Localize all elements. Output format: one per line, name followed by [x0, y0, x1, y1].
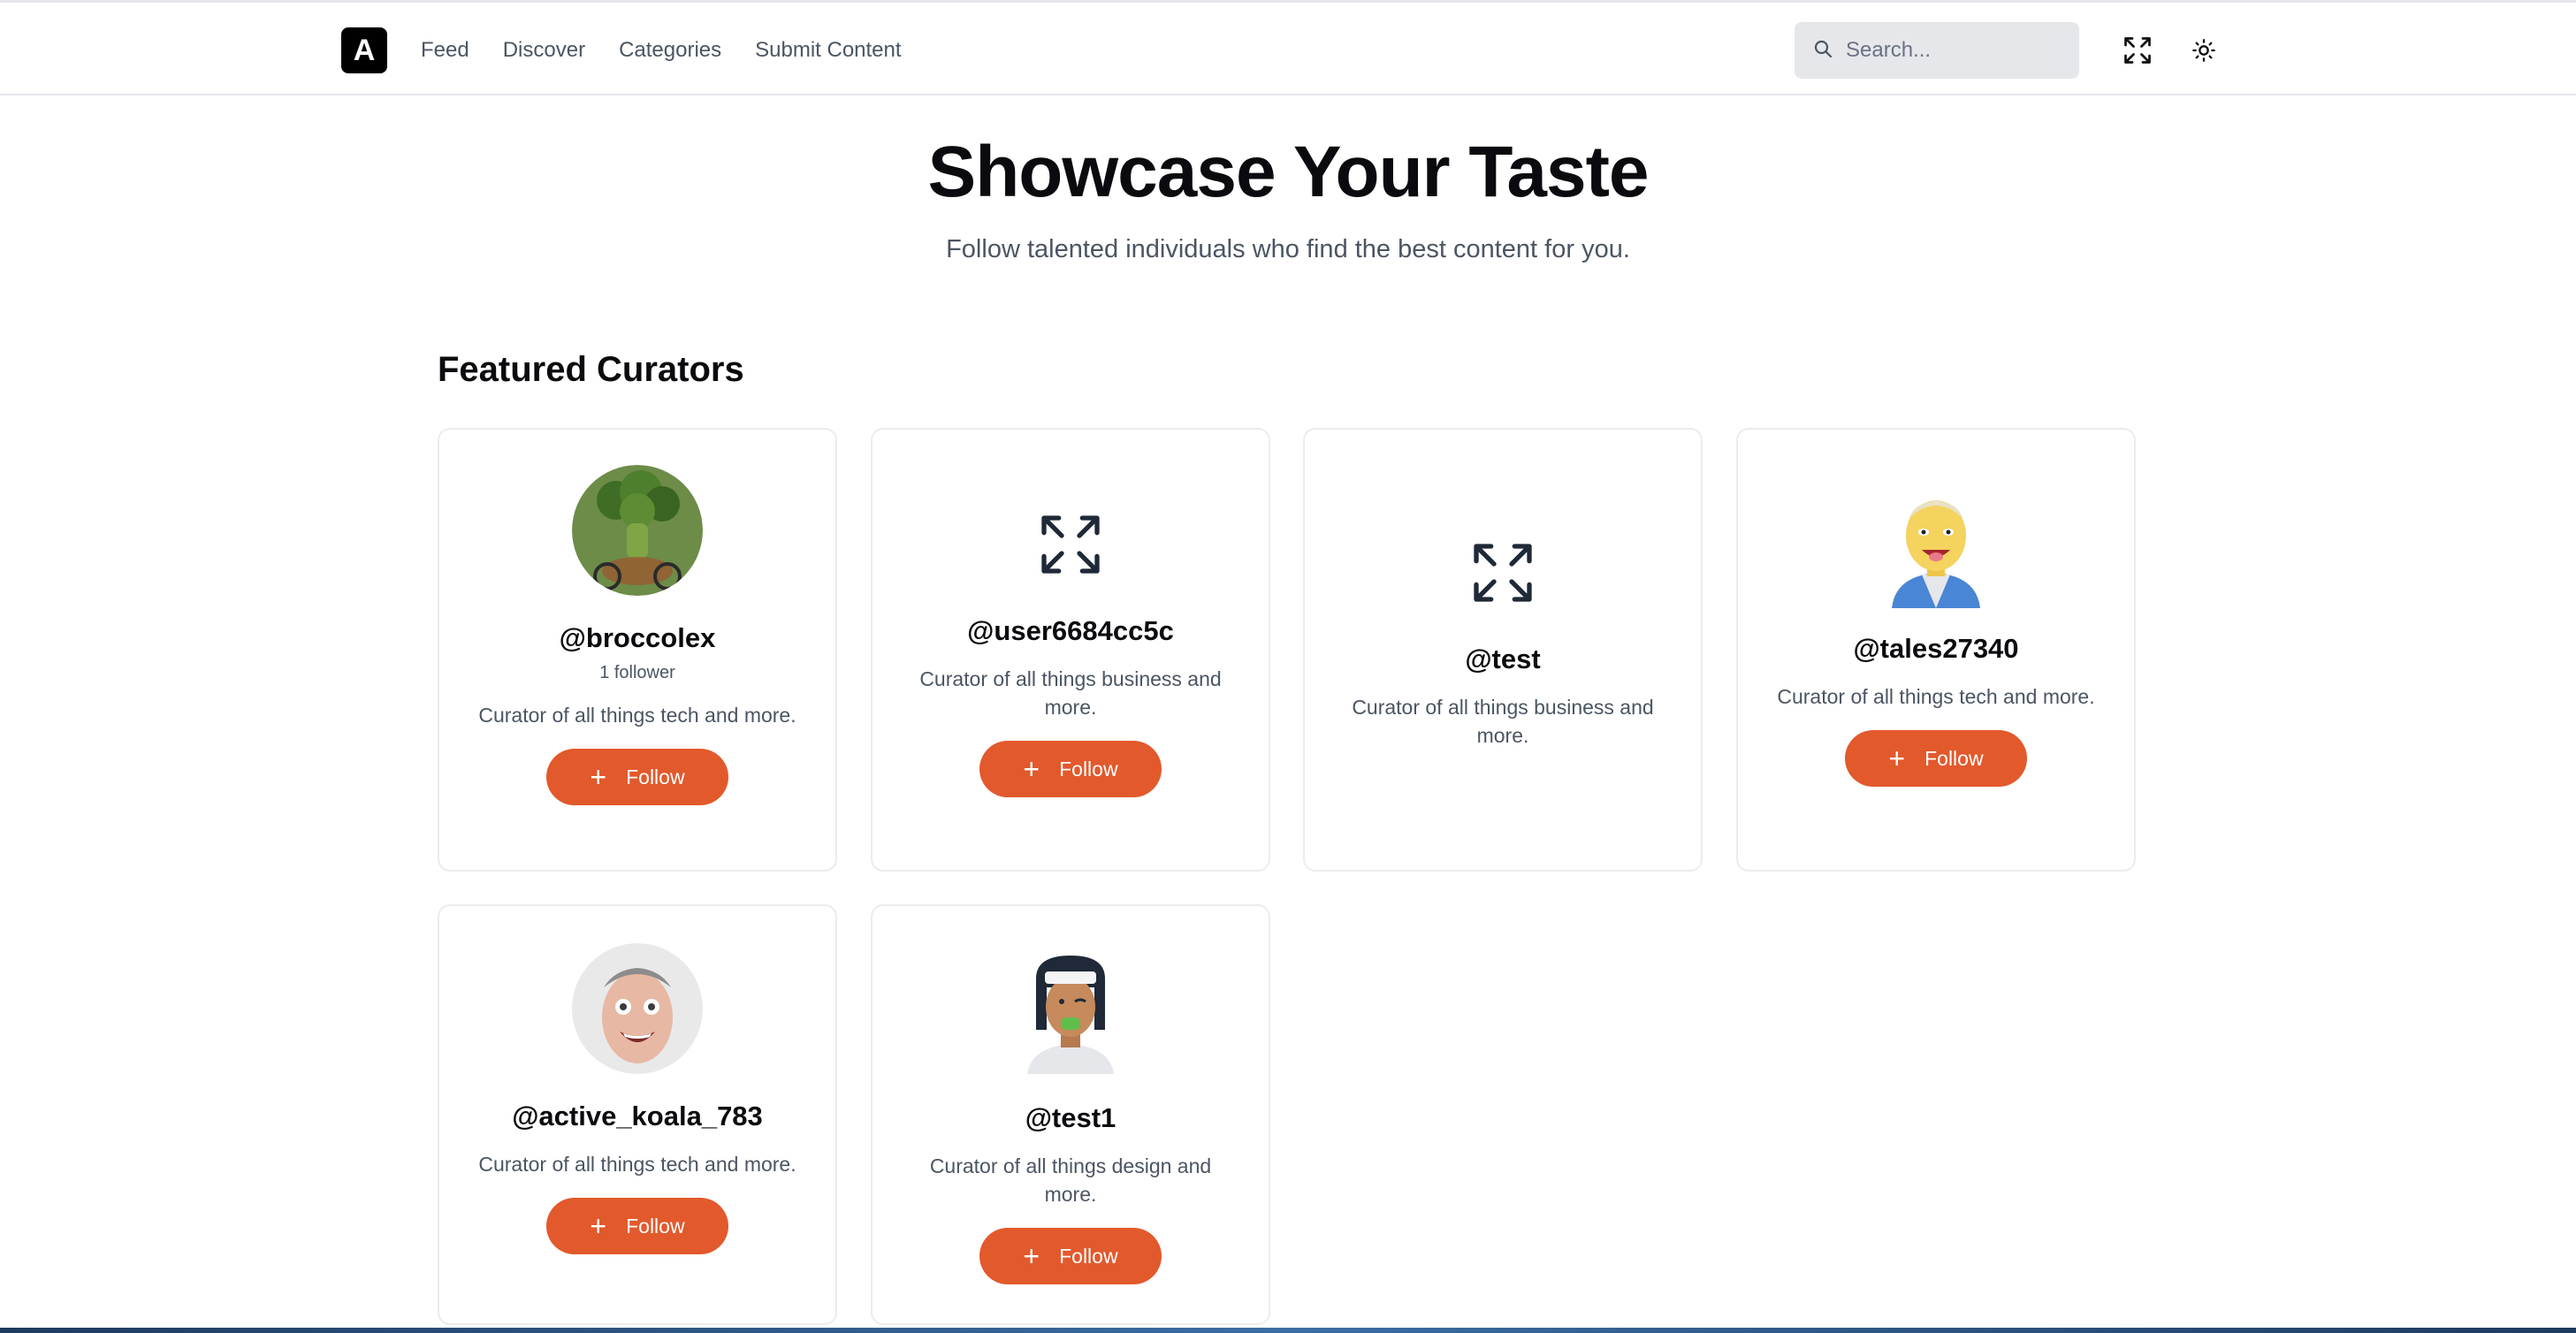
follow-label: Follow	[626, 1214, 685, 1238]
plus-icon: +	[1888, 743, 1906, 774]
nav-feed[interactable]: Feed	[421, 36, 469, 65]
search-icon	[1812, 38, 1833, 64]
follow-button[interactable]: + Follow	[979, 741, 1162, 797]
desktop-background-strip	[0, 1328, 2576, 1333]
search-box[interactable]	[1795, 22, 2079, 79]
plus-icon: +	[1023, 753, 1040, 785]
main-nav: Feed Discover Categories Submit Content	[421, 36, 902, 65]
nav-categories[interactable]: Categories	[619, 36, 721, 65]
follower-count: 1 follower	[599, 663, 675, 682]
sun-icon[interactable]	[2183, 29, 2225, 72]
curator-card: @test Curator of all things business and…	[1303, 428, 1703, 872]
curator-username[interactable]: @tales27340	[1853, 633, 2018, 665]
curator-bio: Curator of all things tech and more.	[1777, 685, 2095, 708]
nav-discover[interactable]: Discover	[503, 36, 585, 65]
curator-username[interactable]: @user6684cc5c	[967, 615, 1174, 647]
plus-icon: +	[590, 761, 607, 793]
follow-label: Follow	[1924, 746, 1984, 770]
curator-username[interactable]: @test	[1465, 644, 1540, 675]
broccoli-avatar[interactable]	[572, 465, 703, 596]
follow-button[interactable]: + Follow	[546, 1198, 728, 1254]
nav-submit-content[interactable]: Submit Content	[755, 36, 901, 65]
curator-username[interactable]: @active_koala_783	[512, 1101, 763, 1132]
curator-bio: Curator of all things business and more.	[1352, 696, 1654, 747]
expand-icon[interactable]	[1467, 537, 1538, 608]
logo[interactable]: A	[341, 27, 387, 73]
curator-bio: Curator of all things tech and more.	[478, 1153, 796, 1176]
follow-button[interactable]: + Follow	[546, 749, 728, 805]
page: A Feed Discover Categories Submit Conten…	[0, 0, 2576, 1333]
curator-bio: Curator of all things business and more.	[919, 667, 1222, 719]
follow-label: Follow	[626, 765, 685, 788]
curator-bio: Curator of all things tech and more.	[478, 704, 796, 727]
top-nav-bar: A Feed Discover Categories Submit Conten…	[0, 0, 2576, 95]
curator-card: @user6684cc5c Curator of all things busi…	[871, 428, 1270, 872]
page-subtitle: Follow talented individuals who find the…	[946, 235, 1630, 263]
curator-username[interactable]: @broccolex	[560, 622, 716, 654]
plus-icon: +	[1023, 1240, 1040, 1272]
follow-label: Follow	[1059, 1244, 1118, 1268]
cartoon-person-avatar[interactable]	[1022, 952, 1119, 1074]
follow-button[interactable]: + Follow	[979, 1228, 1162, 1284]
curator-card: @active_koala_783 Curator of all things …	[438, 904, 837, 1325]
curator-card: @broccolex 1 follower Curator of all thi…	[438, 428, 837, 872]
curator-card: @tales27340 Curator of all things tech a…	[1736, 428, 2136, 872]
page-title: Showcase Your Taste	[927, 132, 1650, 212]
surprised-man-avatar[interactable]	[572, 943, 703, 1074]
search-input[interactable]	[1846, 38, 2058, 63]
plus-icon: +	[590, 1210, 607, 1242]
expand-icon[interactable]	[1035, 509, 1106, 580]
curator-card: @test1 Curator of all things design and …	[871, 904, 1270, 1325]
curator-username[interactable]: @test1	[1025, 1102, 1117, 1134]
curator-bio: Curator of all things design and more.	[929, 1154, 1212, 1206]
follow-button[interactable]: + Follow	[1845, 730, 2027, 787]
expand-icon[interactable]	[2116, 29, 2159, 72]
cartoon-man-avatar[interactable]	[1883, 488, 1989, 608]
section-title: Featured Curators	[438, 350, 744, 389]
follow-label: Follow	[1059, 757, 1118, 781]
